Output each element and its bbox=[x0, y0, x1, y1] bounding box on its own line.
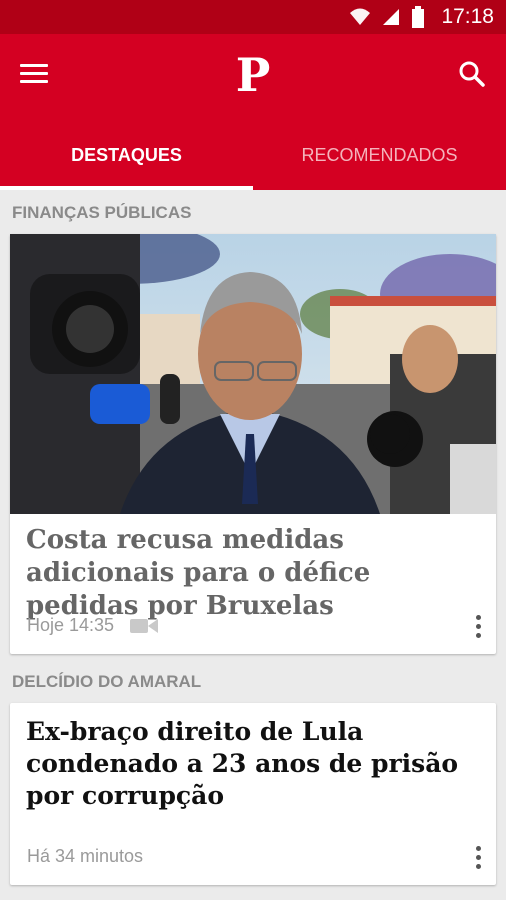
search-button[interactable] bbox=[458, 60, 486, 88]
more-options-button[interactable] bbox=[474, 846, 482, 872]
tab-destaques-label: DESTAQUES bbox=[71, 144, 182, 165]
more-vertical-icon bbox=[475, 846, 481, 851]
battery-icon bbox=[412, 6, 425, 28]
app-bar: P DESTAQUES RECOMENDADOS bbox=[0, 34, 506, 190]
signal-icon bbox=[383, 9, 400, 25]
article-photo-graphic bbox=[10, 234, 496, 514]
more-options-button[interactable] bbox=[474, 615, 482, 641]
article-timestamp: Há 34 minutos bbox=[27, 846, 144, 866]
tab-destaques[interactable]: DESTAQUES bbox=[0, 120, 253, 190]
status-time: 17:18 bbox=[441, 5, 494, 28]
search-icon bbox=[459, 61, 485, 87]
article-card[interactable]: Ex-braço direito de Lula condenado a 23 … bbox=[10, 703, 496, 885]
section-label: FINANÇAS PÚBLICAS bbox=[12, 203, 192, 222]
menu-button[interactable] bbox=[20, 64, 48, 88]
section-label: DELCÍDIO DO AMARAL bbox=[12, 672, 202, 691]
article-title[interactable]: Ex-braço direito de Lula condenado a 23 … bbox=[10, 716, 496, 812]
tab-bar: DESTAQUES RECOMENDADOS bbox=[0, 120, 506, 190]
status-bar: 17:18 bbox=[0, 0, 506, 34]
article-title[interactable]: Costa recusa medidas adicionais para o d… bbox=[10, 524, 496, 623]
article-photo bbox=[10, 234, 496, 514]
article-card[interactable]: Costa recusa medidas adicionais para o d… bbox=[10, 234, 496, 654]
publico-logo[interactable]: P bbox=[236, 48, 271, 102]
tab-recomendados-label: RECOMENDADOS bbox=[301, 144, 458, 165]
video-camera-icon bbox=[130, 618, 159, 633]
active-tab-indicator bbox=[0, 186, 253, 190]
article-meta: Há 34 minutos bbox=[27, 846, 143, 867]
tab-recomendados[interactable]: RECOMENDADOS bbox=[253, 120, 506, 190]
more-vertical-icon bbox=[475, 615, 481, 620]
article-meta: Hoje 14:35 bbox=[27, 615, 159, 636]
article-timestamp: Hoje 14:35 bbox=[27, 615, 115, 635]
wifi-icon bbox=[350, 8, 371, 25]
